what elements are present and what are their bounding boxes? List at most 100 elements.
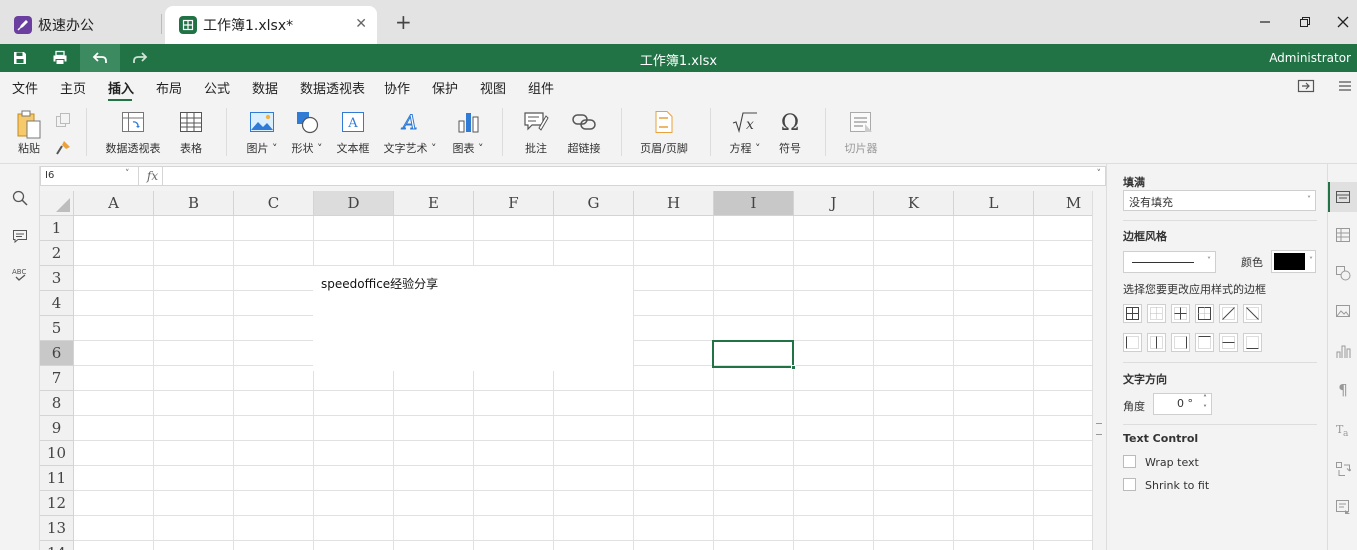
row-header[interactable]: 13 [40, 516, 74, 541]
pivot-table-button[interactable]: 数据透视表 [104, 108, 162, 162]
text-box-object[interactable]: speedoffice经验分享 [313, 266, 633, 371]
shape-button[interactable]: 形状 ˅ [289, 108, 325, 162]
diagonal-up-border-icon[interactable] [1219, 304, 1238, 323]
column-header-selected[interactable]: I [714, 191, 794, 216]
column-header[interactable]: A [74, 191, 154, 216]
paragraph-settings-icon[interactable]: ¶ [1332, 378, 1354, 400]
menu-home[interactable]: 主页 [60, 78, 86, 97]
hamburger-menu-icon[interactable] [1338, 79, 1352, 96]
header-footer-button[interactable]: 页眉/页脚 [640, 108, 688, 162]
image-settings-icon[interactable] [1332, 300, 1354, 322]
fx-icon[interactable]: fx [143, 167, 163, 185]
table-settings-icon[interactable] [1332, 224, 1354, 246]
no-borders-icon[interactable] [1147, 304, 1166, 323]
border-color-picker[interactable]: ˅ [1271, 250, 1316, 273]
column-header[interactable]: H [634, 191, 714, 216]
cell-settings-icon[interactable] [1332, 186, 1354, 208]
menu-formula[interactable]: 公式 [204, 78, 230, 97]
top-border-icon[interactable] [1195, 333, 1214, 352]
spellcheck-icon[interactable]: ABC [10, 264, 30, 284]
row-header[interactable]: 1 [40, 216, 74, 241]
menu-view[interactable]: 视图 [480, 78, 506, 97]
scrollbar-grip[interactable] [1096, 423, 1102, 435]
user-name[interactable]: Administrator [1269, 51, 1351, 65]
minimize-icon[interactable] [1255, 12, 1275, 32]
menu-collaborate[interactable]: 协作 [384, 78, 410, 97]
table-button[interactable]: 表格 [177, 108, 205, 162]
text-art-settings-icon[interactable]: Ta [1332, 418, 1354, 440]
slicer-settings-icon[interactable] [1332, 496, 1354, 518]
copy-icon[interactable] [55, 112, 71, 131]
column-header[interactable]: D [314, 191, 394, 216]
restore-icon[interactable] [1295, 12, 1315, 32]
menu-insert[interactable]: 插入 [108, 78, 134, 97]
comment-button[interactable]: 批注 [522, 108, 550, 162]
row-header[interactable]: 7 [40, 366, 74, 391]
column-header[interactable]: E [394, 191, 474, 216]
chevron-down-icon[interactable]: ˅ [125, 169, 130, 179]
menu-file[interactable]: 文件 [12, 78, 38, 97]
text-art-button[interactable]: A 文字艺术 ˅ [383, 108, 437, 162]
symbol-button[interactable]: Ω 符号 [777, 108, 803, 162]
select-all-corner[interactable] [40, 191, 74, 216]
comment-icon[interactable] [10, 226, 30, 246]
spinner-icon[interactable]: ˄ ˅ [1203, 394, 1207, 414]
row-header[interactable]: 10 [40, 441, 74, 466]
search-icon[interactable] [10, 188, 30, 208]
row-header-selected[interactable]: 6 [40, 341, 74, 366]
row-header[interactable]: 14 [40, 541, 74, 550]
selected-cell-i6[interactable] [712, 340, 796, 370]
column-header[interactable]: M [1034, 191, 1092, 216]
column-header[interactable]: C [234, 191, 314, 216]
close-window-icon[interactable] [1333, 12, 1353, 32]
row-header[interactable]: 12 [40, 491, 74, 516]
wrap-text-checkbox[interactable] [1123, 455, 1136, 468]
tab-home[interactable]: 极速办公 [0, 6, 165, 44]
pivot-settings-icon[interactable] [1332, 458, 1354, 480]
row-header[interactable]: 9 [40, 416, 74, 441]
inner-horizontal-border-icon[interactable] [1219, 333, 1238, 352]
paste-button[interactable]: 粘贴 [12, 108, 46, 162]
angle-input[interactable]: 0 ° ˄ ˅ [1153, 393, 1212, 415]
shrink-to-fit-checkbox[interactable] [1123, 478, 1136, 491]
row-header[interactable]: 11 [40, 466, 74, 491]
close-tab-icon[interactable]: ✕ [355, 16, 367, 32]
hyperlink-button[interactable]: 超链接 [566, 108, 602, 162]
format-painter-icon[interactable] [55, 140, 71, 159]
image-button[interactable]: 图片 ˅ [244, 108, 280, 162]
left-border-icon[interactable] [1123, 333, 1142, 352]
text-box-content[interactable]: speedoffice经验分享 [321, 275, 438, 292]
tab-document[interactable]: 工作簿1.xlsx* ✕ [165, 6, 377, 44]
menu-protect[interactable]: 保护 [432, 78, 458, 97]
chart-settings-icon[interactable] [1332, 340, 1354, 362]
menu-layout[interactable]: 布局 [156, 78, 182, 97]
column-header[interactable]: J [794, 191, 874, 216]
bottom-border-icon[interactable] [1243, 333, 1262, 352]
column-header[interactable]: F [474, 191, 554, 216]
outer-borders-icon[interactable] [1195, 304, 1214, 323]
column-header[interactable]: G [554, 191, 634, 216]
column-header[interactable]: K [874, 191, 954, 216]
inner-vertical-border-icon[interactable] [1147, 333, 1166, 352]
row-header[interactable]: 8 [40, 391, 74, 416]
diagonal-down-border-icon[interactable] [1243, 304, 1262, 323]
vertical-scrollbar[interactable] [1092, 191, 1106, 550]
chart-button[interactable]: 图表 ˅ [450, 108, 486, 162]
border-style-dropdown[interactable]: ˅ [1123, 251, 1216, 273]
shape-settings-icon[interactable] [1332, 262, 1354, 284]
column-header[interactable]: B [154, 191, 234, 216]
menu-pivot[interactable]: 数据透视表 [300, 78, 365, 97]
menu-components[interactable]: 组件 [528, 78, 554, 97]
open-location-icon[interactable] [1297, 78, 1315, 97]
row-header[interactable]: 4 [40, 291, 74, 316]
fill-dropdown[interactable]: 没有填充 ˅ [1123, 190, 1316, 211]
row-header[interactable]: 2 [40, 241, 74, 266]
new-tab-button[interactable]: + [395, 10, 412, 34]
equation-button[interactable]: x 方程 ˅ [728, 108, 762, 162]
menu-data[interactable]: 数据 [252, 78, 278, 97]
row-header[interactable]: 3 [40, 266, 74, 291]
row-header[interactable]: 5 [40, 316, 74, 341]
slicer-button[interactable]: 切片器 [843, 108, 879, 162]
inner-borders-icon[interactable] [1171, 304, 1190, 323]
column-header[interactable]: L [954, 191, 1034, 216]
